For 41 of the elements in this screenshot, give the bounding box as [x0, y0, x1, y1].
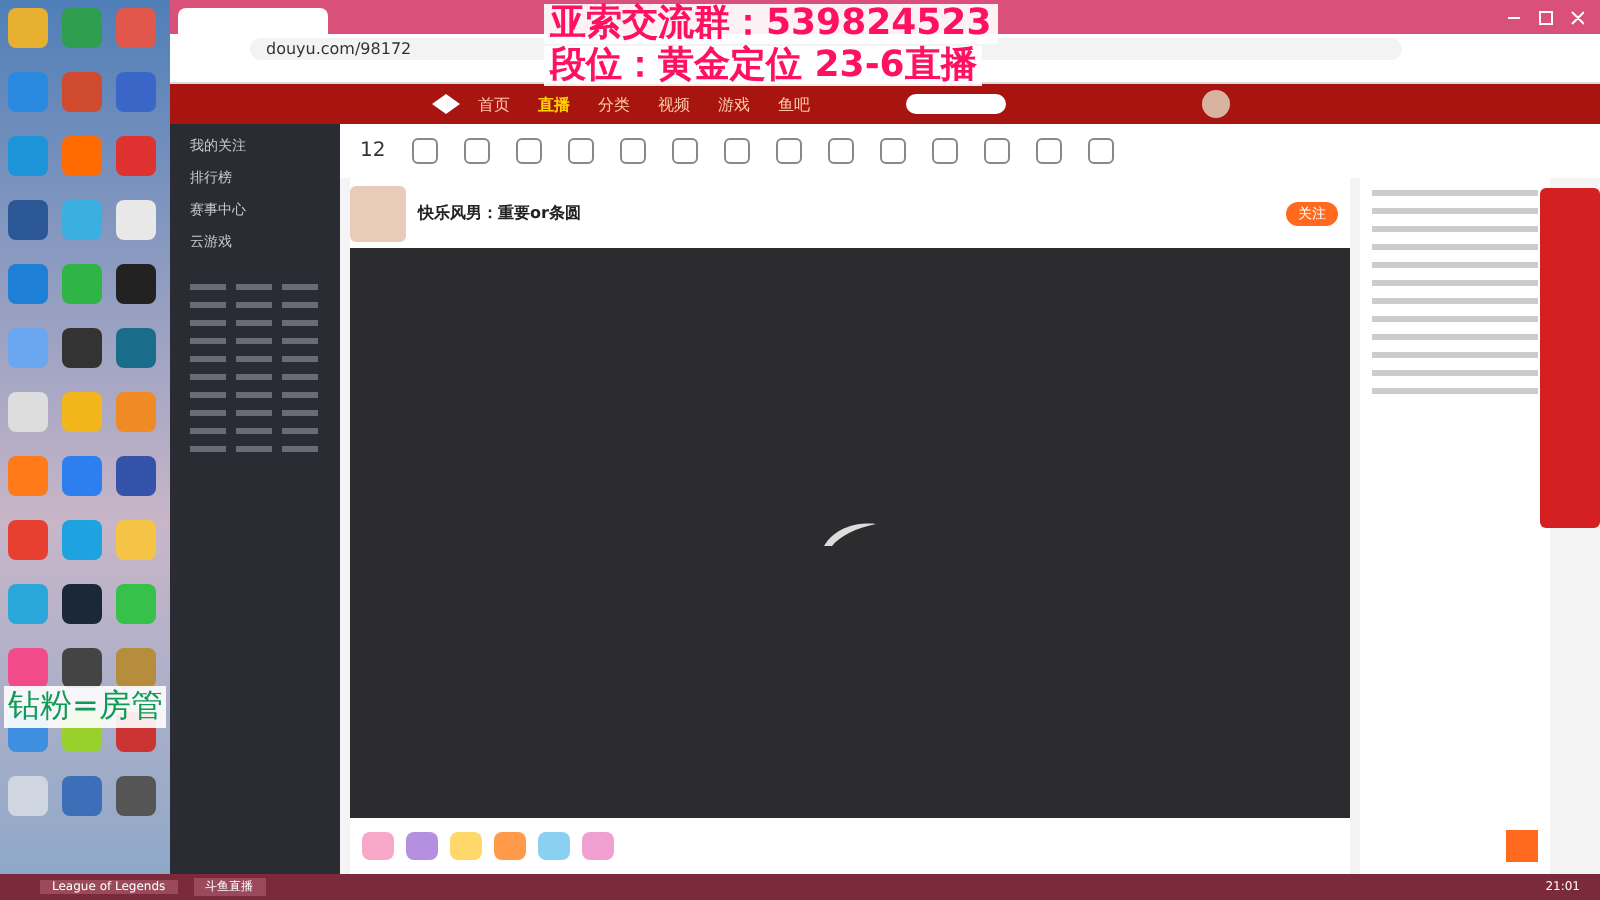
avatar-icon[interactable]: [1202, 90, 1230, 118]
nav-link[interactable]: 视频: [658, 93, 690, 115]
feature-icon[interactable]: [463, 138, 490, 164]
feature-icon[interactable]: [983, 138, 1010, 164]
overlay-text: 亚索交流群：539824523: [544, 4, 998, 44]
nav-link[interactable]: 分类: [598, 93, 630, 115]
gift-icon[interactable]: [450, 832, 482, 860]
feature-icon[interactable]: [827, 138, 854, 164]
nav-link[interactable]: 鱼吧: [778, 93, 810, 115]
feature-icon[interactable]: [723, 138, 750, 164]
feature-icon[interactable]: [515, 138, 542, 164]
feature-icon[interactable]: [411, 138, 438, 164]
feature-icon[interactable]: [567, 138, 594, 164]
app-icon[interactable]: [62, 584, 102, 624]
window-controls-icon[interactable]: [1504, 10, 1584, 26]
gift-icon[interactable]: [362, 832, 394, 860]
logo-icon[interactable]: [430, 92, 462, 116]
nav-link[interactable]: 首页: [478, 93, 510, 115]
count-label: 12: [360, 140, 386, 162]
overlay-text: 钻粉=房管: [4, 686, 167, 728]
overlay-text: 段位：黄金定位 23-6直播: [544, 46, 983, 86]
search-field[interactable]: [906, 94, 1006, 114]
feature-icon[interactable]: [775, 138, 802, 164]
gift-icon[interactable]: [494, 832, 526, 860]
stream-title: 快乐风男：重要or条圆: [418, 202, 583, 224]
feature-icon[interactable]: [1087, 138, 1114, 164]
feature-icon[interactable]: [1035, 138, 1062, 164]
feature-icon[interactable]: [931, 138, 958, 164]
app-icon[interactable]: [62, 328, 102, 368]
feature-icon[interactable]: [671, 138, 698, 164]
feature-icon[interactable]: [619, 138, 646, 164]
feature-icon[interactable]: [879, 138, 906, 164]
app-icon[interactable]: [116, 456, 156, 496]
gift-icon[interactable]: [538, 832, 570, 860]
nav-link[interactable]: 直播: [538, 93, 570, 115]
gift-icon[interactable]: [406, 832, 438, 860]
app-icon[interactable]: [62, 648, 102, 688]
app-icon[interactable]: [116, 264, 156, 304]
nav-link[interactable]: 游戏: [718, 93, 750, 115]
gift-icon[interactable]: [582, 832, 614, 860]
streamer-avatar: [350, 185, 406, 241]
